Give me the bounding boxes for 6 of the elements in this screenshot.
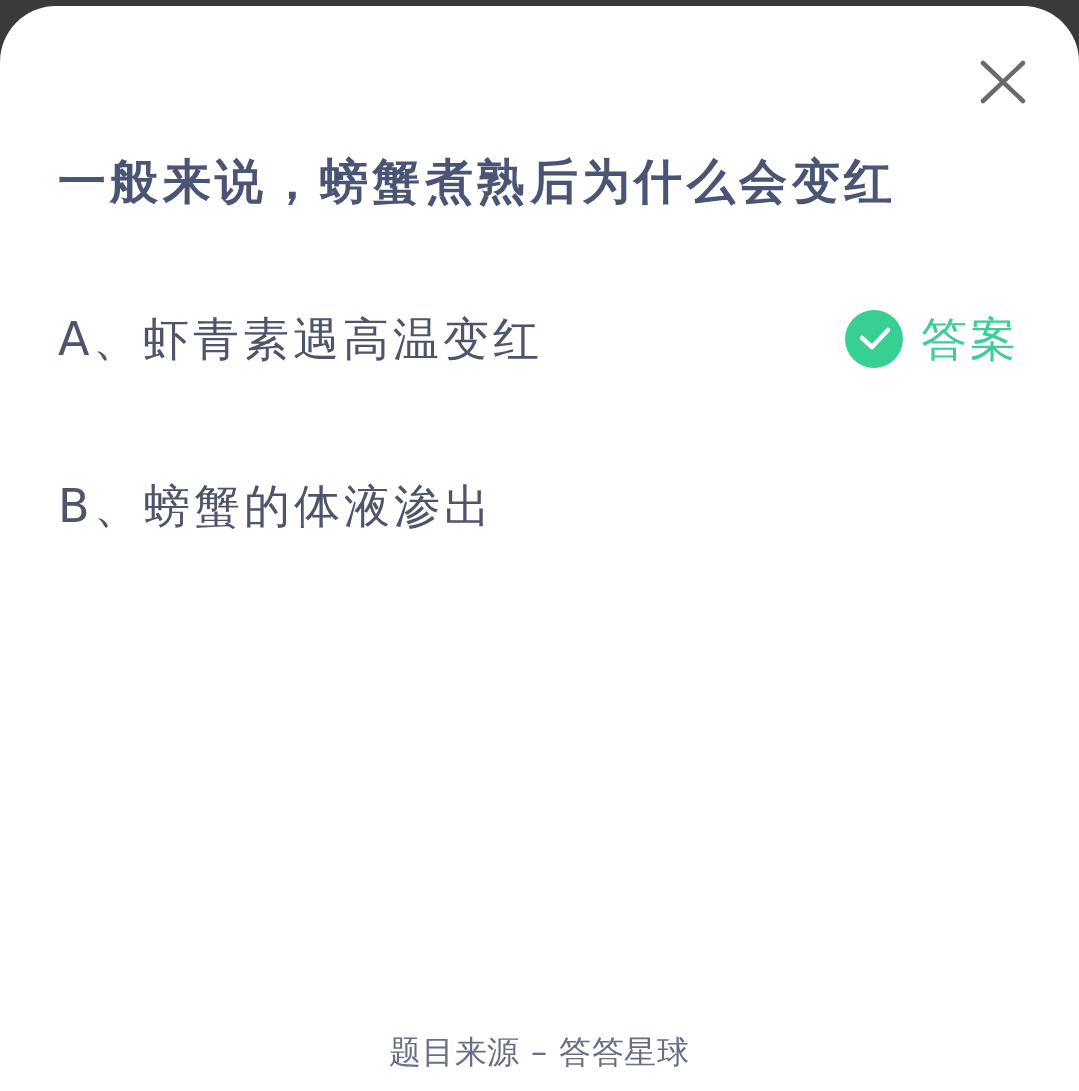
close-icon[interactable] [980, 60, 1026, 104]
question-title: 一般来说，螃蟹煮熟后为什么会变红 [58, 152, 898, 211]
source-caption: 题目来源 – 答答星球 [388, 1032, 691, 1072]
option-text[interactable]: A、虾青素遇高温变红 [58, 309, 544, 369]
option-text[interactable]: B、螃蟹的体液渗出 [58, 476, 494, 536]
answer-tag: 答案 [921, 309, 1019, 369]
